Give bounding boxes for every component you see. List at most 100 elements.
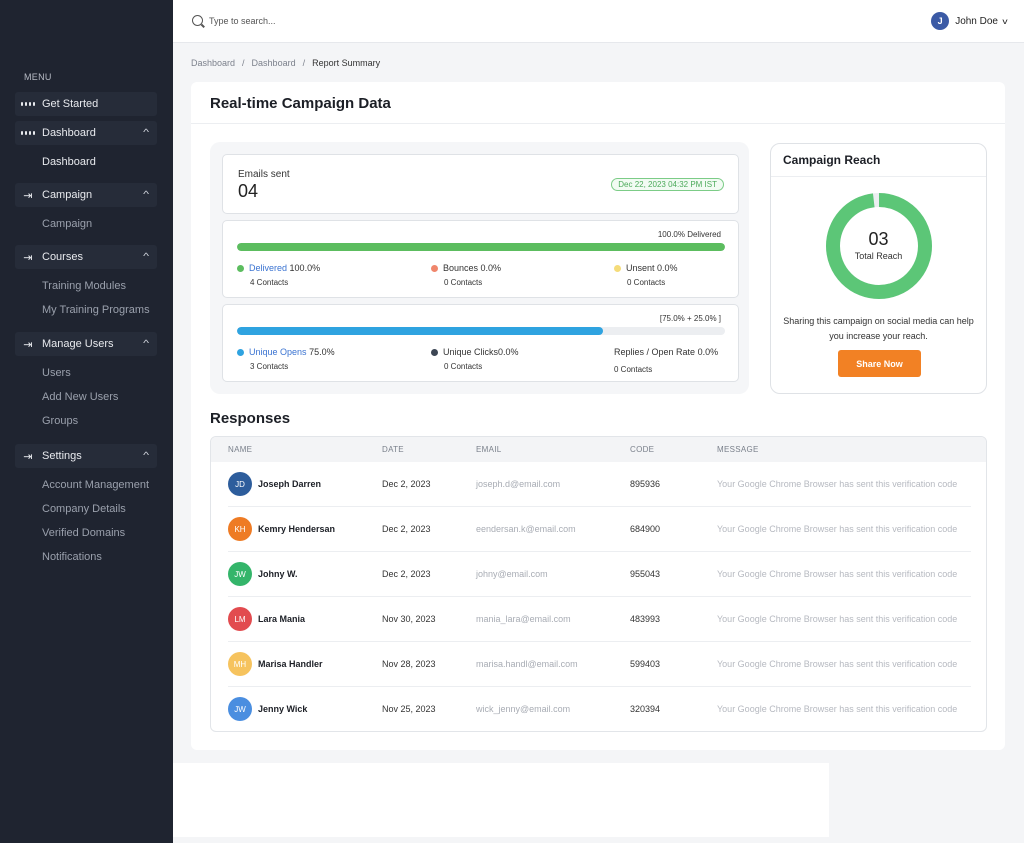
table-row[interactable]: KH Kemry Hendersan Dec 2, 2023 eendersan.k@…: [211, 507, 986, 552]
column-header-name[interactable]: NAME: [228, 445, 252, 454]
row-message: Your Google Chrome Browser has sent this…: [717, 524, 958, 534]
sidebar-group-label: Settings: [42, 450, 82, 462]
delivered-value: 100.0%: [289, 263, 321, 273]
row-message: Your Google Chrome Browser has sent this…: [717, 569, 958, 579]
sidebar-group-label: Manage Users: [42, 338, 114, 350]
user-name: John Doe: [955, 15, 998, 27]
sidebar-group-label: Dashboard: [42, 127, 96, 139]
table-row[interactable]: LM Lara Mania Nov 30, 2023 mania_lara@email…: [211, 597, 986, 642]
table-row[interactable]: JW Johny W. Dec 2, 2023 johny@email.com 9550…: [211, 552, 986, 597]
bounces-label: Bounces: [443, 263, 479, 273]
yellow-dot-icon: [614, 265, 621, 272]
table-row[interactable]: JW Jenny Wick Nov 25, 2023 wick_jenny@email…: [211, 687, 986, 731]
breadcrumb-current: Report Summary: [312, 58, 381, 68]
grid-icon: [21, 127, 35, 139]
bounces-stat: Bounces 0.0%: [431, 263, 501, 273]
sidebar-item-groups[interactable]: Groups: [42, 415, 78, 427]
breadcrumb-link[interactable]: Dashboard: [191, 58, 235, 68]
sidebar-item-users[interactable]: Users: [42, 367, 71, 379]
date-badge: Dec 22, 2023 04:32 PM IST: [611, 178, 724, 191]
sidebar-group-dashboard[interactable]: Dashboard ^: [15, 121, 157, 145]
sidebar-item-add-new-users[interactable]: Add New Users: [42, 391, 118, 403]
main-card: Real-time Campaign Data Emails sent 04 D…: [191, 82, 1005, 750]
sidebar-group-campaign[interactable]: ⇥ Campaign ^: [15, 183, 157, 207]
engagement-progress-bar: [237, 327, 725, 335]
delivered-link[interactable]: Delivered: [249, 263, 287, 273]
row-email: johny@email.com: [476, 569, 548, 579]
search-icon: [192, 15, 203, 26]
stats-panel: Emails sent 04 Dec 22, 2023 04:32 PM IST…: [210, 142, 749, 394]
user-menu[interactable]: J John Doe v: [931, 12, 1008, 30]
row-date: Nov 30, 2023: [382, 614, 436, 624]
row-code: 320394: [630, 704, 661, 714]
sidebar-item-notifications[interactable]: Notifications: [42, 551, 102, 563]
share-now-button[interactable]: Share Now: [838, 350, 921, 377]
sidebar-item-dashboard[interactable]: Dashboard: [42, 156, 96, 168]
chevron-up-icon: ^: [142, 251, 149, 261]
breadcrumb-link[interactable]: Dashboard: [252, 58, 296, 68]
row-date: Dec 2, 2023: [382, 524, 431, 534]
sidebar-item-get-started[interactable]: Get Started: [15, 92, 157, 116]
emails-sent-count: 04: [238, 181, 259, 201]
row-code: 895936: [630, 479, 661, 489]
breadcrumb: Dashboard / Dashboard / Report Summary: [191, 58, 380, 68]
sidebar-item-company-details[interactable]: Company Details: [42, 503, 126, 515]
unique-clicks-contacts: 0 Contacts: [444, 362, 483, 371]
delivered-stat: Delivered 100.0%: [237, 263, 320, 273]
grid-icon: [21, 98, 35, 110]
unsent-label: Unsent: [626, 263, 655, 273]
row-date: Dec 2, 2023: [382, 569, 431, 579]
search-input[interactable]: [209, 13, 409, 29]
unique-clicks-value: 0.0%: [498, 347, 519, 357]
replies-stat: Replies / Open Rate 0.0%: [614, 347, 718, 357]
column-header-date[interactable]: DATE: [382, 445, 404, 454]
row-code: 483993: [630, 614, 661, 624]
row-name: Joseph Darren: [258, 479, 322, 489]
responses-table: NAME DATE EMAIL CODE MESSAGE JD Joseph Da…: [210, 436, 987, 732]
sidebar: MENU Get Started Dashboard ^ Dashboard ⇥…: [0, 0, 173, 843]
unique-opens-contacts: 3 Contacts: [250, 362, 289, 371]
row-email: eendersan.k@email.com: [476, 524, 576, 534]
column-header-message[interactable]: MESSAGE: [717, 445, 759, 454]
row-name: Lara Mania: [258, 614, 306, 624]
chevron-up-icon: ^: [142, 450, 149, 460]
avatar: JW: [228, 697, 252, 721]
campaign-reach-title: Campaign Reach: [783, 153, 881, 167]
divider: [771, 176, 986, 177]
emails-sent-label: Emails sent: [238, 169, 290, 180]
sidebar-group-settings[interactable]: ⇥ Settings ^: [15, 444, 157, 468]
chevron-up-icon: ^: [142, 127, 149, 137]
avatar: JW: [228, 562, 252, 586]
row-date: Nov 28, 2023: [382, 659, 436, 669]
blue-dot-icon: [237, 349, 244, 356]
sidebar-item-campaign[interactable]: Campaign: [42, 218, 92, 230]
page-title: Real-time Campaign Data: [210, 95, 391, 112]
table-row[interactable]: MH Marisa Handler Nov 28, 2023 marisa.handl…: [211, 642, 986, 687]
unique-opens-stat: Unique Opens 75.0%: [237, 347, 335, 357]
column-header-email[interactable]: EMAIL: [476, 445, 502, 454]
responses-title: Responses: [210, 410, 291, 427]
chevron-up-icon: ^: [142, 189, 149, 199]
avatar: KH: [228, 517, 252, 541]
row-message: Your Google Chrome Browser has sent this…: [717, 704, 958, 714]
row-name: Marisa Handler: [258, 659, 323, 669]
unique-opens-link[interactable]: Unique Opens: [249, 347, 307, 357]
login-icon: ⇥: [23, 189, 33, 202]
login-icon: ⇥: [23, 338, 33, 351]
breadcrumb-separator: /: [242, 58, 245, 68]
row-code: 599403: [630, 659, 661, 669]
reach-description: Sharing this campaign on social media ca…: [783, 316, 974, 341]
column-header-code[interactable]: CODE: [630, 445, 654, 454]
row-email: marisa.handl@email.com: [476, 659, 578, 669]
sidebar-item-my-training-programs[interactable]: My Training Programs: [42, 304, 150, 316]
unsent-stat: Unsent 0.0%: [614, 263, 678, 273]
sidebar-item-verified-domains[interactable]: Verified Domains: [42, 527, 125, 539]
sidebar-item-training-modules[interactable]: Training Modules: [42, 280, 126, 292]
sidebar-item-account-management[interactable]: Account Management: [42, 479, 149, 491]
row-name: Johny W.: [258, 569, 298, 579]
row-date: Dec 2, 2023: [382, 479, 431, 489]
sidebar-group-courses[interactable]: ⇥ Courses ^: [15, 245, 157, 269]
table-row[interactable]: JD Joseph Darren Dec 2, 2023 joseph.d@email…: [211, 462, 986, 507]
row-code: 684900: [630, 524, 661, 534]
sidebar-group-manage-users[interactable]: ⇥ Manage Users ^: [15, 332, 157, 356]
